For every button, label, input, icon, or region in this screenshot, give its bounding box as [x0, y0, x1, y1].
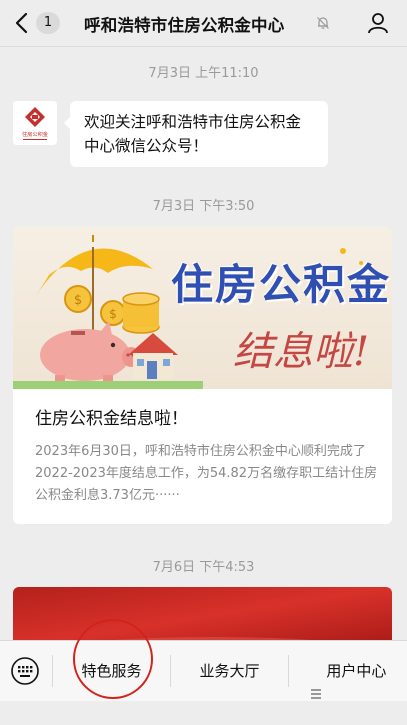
message-timestamp: 7月3日 下午3:50 [152, 199, 255, 214]
avatar-label: 住房公积金 [22, 130, 49, 138]
article-card-partial[interactable] [13, 587, 392, 647]
menu-item-label: 用户中心 [326, 662, 387, 680]
welcome-message-bubble: 欢迎关注呼和浩特市住房公积金中心微信公众号！ [64, 101, 328, 167]
svg-text:$: $ [109, 307, 117, 321]
article-title[interactable]: 住房公积金结息啦！ [35, 404, 188, 429]
menu-item-user-center[interactable]: 用户中心 [289, 641, 407, 701]
red-circle-annotation [73, 619, 153, 699]
housing-fund-logo-icon: 住房公积金 [13, 101, 57, 145]
article-cover-image: $ $ 住房公积金 结息啦! [13, 227, 392, 389]
unread-count-badge[interactable]: 1 [36, 12, 60, 34]
article-card[interactable]: $ $ 住房公积金 结息啦! 住房公积金结息啦！ 2023年6月30日，呼和浩特… [13, 227, 392, 524]
menu-item-business-hall[interactable]: 业务大厅 [171, 641, 288, 701]
cover-subtitle-text: 结息啦! [233, 329, 370, 375]
article-cover-image-partial [13, 587, 392, 647]
chat-title: 呼和浩特市住房公积金中心 [84, 16, 285, 35]
message-timestamp: 7月6日 下午4:53 [152, 560, 255, 575]
article-description: 2023年6月30日，呼和浩特市住房公积金中心顺利完成了2022-2023年度结… [35, 444, 378, 503]
mute-bell-icon [317, 17, 329, 29]
account-avatar[interactable]: 住房公积金 [13, 101, 57, 145]
keyboard-icon[interactable] [10, 656, 40, 686]
profile-icon[interactable] [367, 12, 389, 34]
back-arrow-icon[interactable] [12, 12, 32, 34]
chat-header: 1 呼和浩特市住房公积金中心 [0, 0, 407, 47]
svg-text:$: $ [74, 293, 82, 308]
submenu-lines-icon [310, 665, 322, 699]
custom-menu-bar: 特色服务 业务大厅 用户中心 [0, 640, 407, 701]
cover-title-text: 住房公积金 [171, 260, 392, 309]
message-timestamp: 7月3日 上午11:10 [148, 66, 259, 81]
